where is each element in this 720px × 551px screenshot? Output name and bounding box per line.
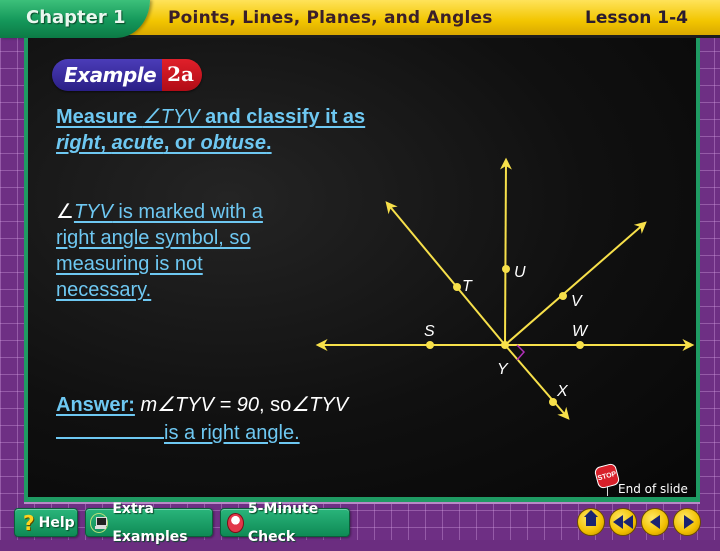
header-bar: Chapter 1 Points, Lines, Planes, and Ang… [0,0,720,38]
answer-conclusion: is a right angle. [164,422,300,444]
answer-connector: , so [259,394,292,416]
help-button[interactable]: ? Help [14,508,78,537]
rewind-icon [623,515,633,529]
rewind-icon [613,515,623,529]
previous-slide-button[interactable] [641,508,669,536]
option-right: right [56,132,101,154]
angle-symbol: ∠ [56,201,74,223]
answer-underline-spacer [56,419,164,439]
option-obtuse: obtuse [200,132,267,154]
separator: , [100,132,112,154]
stop-sign-pole [607,486,608,496]
period: . [266,132,272,154]
question-middle: and classify it as [199,106,366,128]
computer-icon [90,512,109,533]
example-word: Example [52,59,163,91]
chapter-tab: Chapter 1 [0,0,150,38]
five-minute-check-button[interactable]: 5-Minute Check [220,501,350,545]
lesson-label: Lesson 1-4 [584,8,688,28]
extra-examples-label: Extra Examples [112,500,188,545]
example-number: 2a [162,59,202,91]
explanation-text: ∠TYV is marked with a right angle symbol… [56,199,296,303]
question-text: Measure ∠TYV and classify it as right, a… [56,104,456,156]
question-mark-icon: ? [23,510,35,535]
answer-angle: ∠TYV [291,394,349,416]
first-slide-button[interactable] [609,508,637,536]
question-angle: ∠TYV [142,106,200,128]
explanation-angle-name: TYV [73,201,113,223]
next-slide-button[interactable] [673,508,701,536]
separator: , or [163,132,201,154]
option-acute: acute [111,132,164,154]
header-title: Points, Lines, Planes, and Angles [168,8,493,28]
home-button[interactable] [577,508,605,536]
answer-math: m∠TYV = 90 [140,394,259,416]
five-minute-check-label: 5-Minute Check [247,500,319,545]
extra-examples-button[interactable]: Extra Examples [85,501,213,545]
answer-line-2: is a right angle. [56,419,436,447]
example-badge: Example 2a [52,59,202,91]
end-of-slide-label: End of slide [618,482,688,496]
question-prefix: Measure [56,106,143,128]
timer-icon [227,512,244,533]
answer-label: Answer: [56,394,135,416]
answer-block: Answer: m∠TYV = 90, so∠TYV is a right an… [56,391,436,447]
next-icon [683,515,694,529]
chapter-label: Chapter 1 [26,7,126,28]
previous-icon [650,515,660,529]
home-icon [584,510,598,528]
end-of-slide: STOP End of slide [593,462,696,497]
help-label: Help [38,514,75,531]
